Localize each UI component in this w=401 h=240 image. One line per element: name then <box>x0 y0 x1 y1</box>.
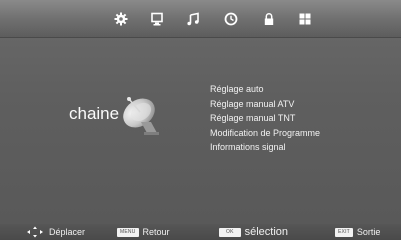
back-label: Retour <box>142 227 170 237</box>
help-back: MENU Retour <box>117 224 170 240</box>
menu-item-signal-info[interactable]: Informations signal <box>210 140 320 155</box>
menu-key: MENU <box>117 227 139 237</box>
lock-icon[interactable] <box>262 12 276 26</box>
menu-item-auto-tuning[interactable]: Réglage auto <box>210 82 320 97</box>
select-label: sélection <box>244 226 289 238</box>
help-select: OK sélection <box>219 224 288 240</box>
tv-menu-screen: chaine Réglage auto Réglage manual ATV R… <box>0 0 401 240</box>
help-move: Déplacer <box>26 224 85 240</box>
gear-icon[interactable] <box>114 12 128 26</box>
menu-item-manual-dtv[interactable]: Réglage manual TNT <box>210 111 320 126</box>
menu-item-manual-atv[interactable]: Réglage manual ATV <box>210 97 320 112</box>
move-label: Déplacer <box>49 227 86 237</box>
help-bar: Déplacer MENU Retour OK sélection EXIT S… <box>0 224 401 240</box>
channel-menu: Réglage auto Réglage manual ATV Réglage … <box>210 82 320 155</box>
satellite-dish-icon <box>117 92 167 136</box>
exit-label: Sortie <box>356 227 381 237</box>
music-note-icon[interactable] <box>186 12 200 26</box>
exit-key: EXIT <box>335 227 353 237</box>
help-exit: EXIT Sortie <box>335 224 380 240</box>
monitor-icon[interactable] <box>150 12 164 26</box>
top-icon-bar <box>0 0 401 38</box>
arrows-icon <box>27 226 43 238</box>
grid-icon[interactable] <box>298 12 312 26</box>
ok-key: OK <box>219 227 241 237</box>
menu-item-program-edit[interactable]: Modification de Programme <box>210 126 320 141</box>
clock-icon[interactable] <box>224 12 238 26</box>
section-title: chaine <box>69 104 120 123</box>
